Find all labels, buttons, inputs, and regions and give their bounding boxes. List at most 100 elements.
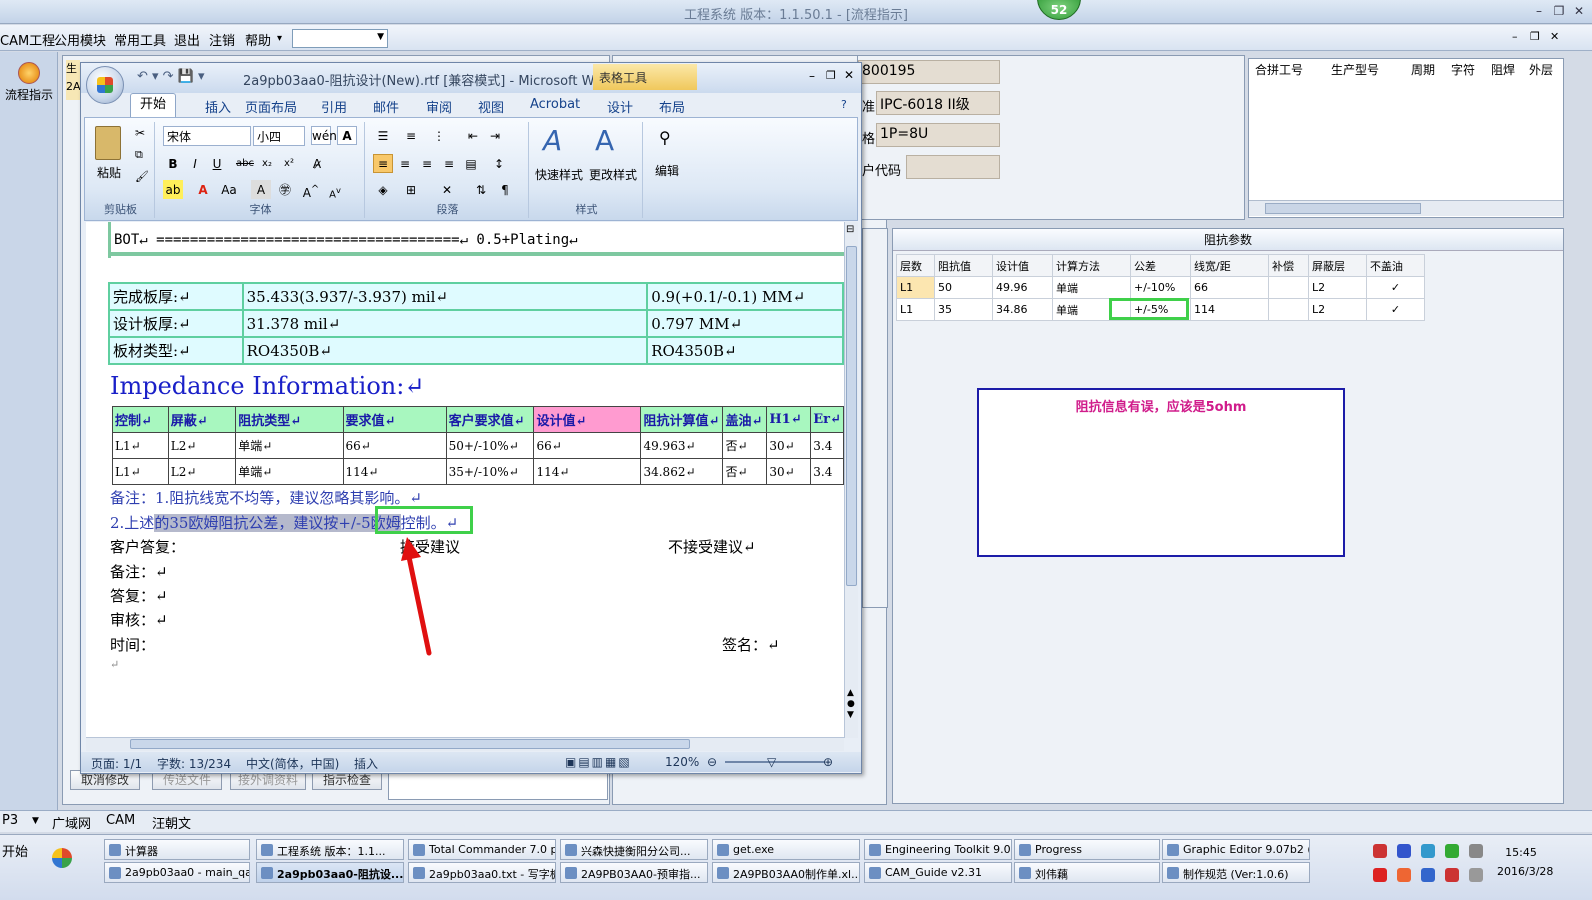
minimize-icon[interactable]: – — [809, 69, 815, 83]
quick-style-label[interactable]: 快速样式 — [535, 166, 583, 183]
selected-text[interactable]: 的35欧姆阻抗公差，建议按+/-5欧姆 — [154, 514, 401, 532]
increase-indent-icon[interactable]: ⇥ — [485, 126, 505, 145]
line-spacing-icon[interactable]: ↕ — [489, 154, 509, 173]
col-header[interactable]: 设计值 — [992, 254, 1053, 277]
zoom-in-icon[interactable]: ⊕ — [823, 755, 833, 769]
col-header[interactable]: 不盖油 — [1366, 254, 1425, 277]
spec-field[interactable]: 1P=8U — [876, 123, 1000, 147]
tab-home[interactable]: 开始 — [130, 93, 176, 118]
close-icon[interactable]: ✕ — [1570, 3, 1588, 19]
font-color-icon[interactable]: A — [193, 180, 213, 199]
menu-public[interactable]: 公用模块 — [54, 30, 106, 49]
col-header[interactable]: 合拼工号 — [1255, 61, 1303, 78]
col-header[interactable]: 生产型号 — [1331, 61, 1379, 78]
shield-icon[interactable] — [1445, 844, 1459, 858]
underline-icon[interactable]: U — [207, 154, 227, 173]
col-header[interactable]: 补偿 — [1268, 254, 1309, 277]
align-right-icon[interactable]: ≡ — [417, 154, 437, 173]
change-case-icon[interactable]: Aa — [219, 180, 239, 199]
tab-review[interactable]: 审阅 — [426, 97, 452, 116]
tab-table-layout[interactable]: 布局 — [659, 97, 685, 116]
menu-cam[interactable]: CAM工程 — [0, 30, 55, 49]
col-header[interactable]: 公差 — [1130, 254, 1191, 277]
task-cam-guide[interactable]: CAM_Guide v2.31 — [864, 862, 1012, 883]
menu-exit[interactable]: 退出 — [174, 30, 200, 49]
restore-icon[interactable]: ❐ — [1550, 3, 1568, 19]
mdi-close-icon[interactable]: ✕ — [1550, 30, 1559, 43]
format-painter-icon[interactable]: 🖌 — [135, 170, 149, 183]
minimize-icon[interactable]: – — [1530, 3, 1548, 19]
view-buttons-icon[interactable]: ▣▤▥▦▧ — [565, 755, 632, 769]
grow-font-icon[interactable]: A^ — [301, 180, 321, 200]
ruler-icon[interactable]: ⊟ — [846, 224, 854, 235]
tab-user[interactable]: 汪朝文 — [152, 813, 191, 832]
distributed-icon[interactable]: ▤ — [461, 154, 481, 173]
font-size-combo[interactable]: 小四 — [253, 126, 305, 146]
restore-icon[interactable]: ❐ — [826, 69, 836, 82]
italic-icon[interactable]: I — [185, 154, 205, 173]
cut-icon[interactable]: ✂ — [135, 126, 145, 140]
paste-icon[interactable] — [95, 126, 121, 160]
tray-icon[interactable] — [1373, 844, 1387, 858]
mdi-restore-icon[interactable]: ❐ — [1530, 30, 1540, 43]
shrink-font-icon[interactable]: Av — [325, 180, 345, 200]
tray-icon[interactable] — [1373, 868, 1387, 882]
checkbox[interactable]: ✓ — [1366, 298, 1425, 321]
tab-insert[interactable]: 插入 — [205, 97, 231, 116]
task-calculator[interactable]: 计算器 — [104, 839, 250, 860]
task-main-qa[interactable]: 2a9pb03aa0 - main_qa — [104, 862, 250, 883]
tab-cam[interactable]: CAM — [106, 813, 135, 828]
sort-icon[interactable]: ⇅ — [471, 180, 491, 199]
change-style-icon[interactable]: A — [595, 124, 614, 157]
justify-icon[interactable]: ≡ — [439, 154, 459, 173]
task-preaudit[interactable]: 2A9PB03AA0-预审指... — [560, 862, 708, 883]
enclose-char-icon[interactable]: ㊫ — [275, 180, 295, 199]
menu-tools[interactable]: 常用工具 — [114, 30, 166, 49]
quicklaunch-icon[interactable] — [52, 848, 72, 868]
tray-icon[interactable] — [1421, 868, 1435, 882]
task-total-commander[interactable]: Total Commander 7.0 p... — [408, 839, 556, 860]
edit-label[interactable]: 编辑 — [655, 162, 679, 179]
lot-table-scrollbar[interactable] — [1249, 200, 1563, 216]
tab-design[interactable]: 设计 — [607, 97, 633, 116]
chinese-layout-icon[interactable]: ✕ — [437, 180, 457, 199]
customer-code-field[interactable] — [906, 155, 1000, 179]
zoom-level[interactable]: 120% — [665, 755, 699, 769]
help-icon[interactable]: ? — [841, 98, 847, 111]
clock[interactable]: 15:45 2016/3/28 — [1497, 846, 1553, 878]
volume-icon[interactable] — [1469, 868, 1483, 882]
col-header[interactable]: 阻焊 — [1491, 61, 1515, 78]
strikethrough-icon[interactable]: abc — [235, 154, 255, 173]
task-impedance-doc[interactable]: 2a9pb03aa0-阻抗设... — [256, 862, 404, 883]
scroll-thumb[interactable] — [1265, 203, 1421, 214]
binoculars-icon[interactable]: ⚲ — [659, 128, 671, 147]
task-spec[interactable]: 制作规范 (Ver:1.0.6) — [1162, 862, 1310, 883]
copy-icon[interactable]: ⧉ — [135, 148, 143, 162]
tray-icon[interactable] — [1445, 868, 1459, 882]
char-border-icon[interactable]: A — [337, 126, 357, 145]
col-header[interactable]: 阻抗值 — [934, 254, 993, 277]
task-progress[interactable]: Progress — [1014, 839, 1160, 860]
col-header[interactable]: 屏蔽层 — [1308, 254, 1367, 277]
font-name-combo[interactable]: 宋体 — [163, 126, 251, 146]
col-header[interactable]: 计算方法 — [1052, 254, 1131, 277]
tray-icon[interactable] — [1469, 844, 1483, 858]
shading-icon[interactable]: ◈ — [373, 180, 393, 199]
input-box[interactable] — [388, 770, 608, 800]
table-row[interactable]: L1 50 49.96 单端 +/-10% 66 L2 ✓ — [896, 276, 1425, 299]
tab-layout[interactable]: 页面布局 — [245, 97, 297, 116]
word-count[interactable]: 字数: 13/234 — [157, 755, 231, 772]
flow-indicator-button[interactable]: 流程指示 — [2, 60, 56, 106]
checkbox[interactable]: ✓ — [1366, 276, 1425, 299]
start-button[interactable]: 开始 — [0, 837, 44, 861]
scroll-thumb[interactable] — [846, 246, 857, 586]
menu-help[interactable]: 帮助 — [245, 30, 271, 49]
task-engineering-toolkit[interactable]: Engineering Toolkit 9.0... — [864, 839, 1012, 860]
task-user[interactable]: 刘伟藕 — [1014, 862, 1160, 883]
tab-mailings[interactable]: 邮件 — [373, 97, 399, 116]
task-engineering-system[interactable]: 工程系统 版本：1.1... — [256, 839, 404, 860]
zoom-out-icon[interactable]: ⊖ — [707, 755, 717, 769]
task-get-exe[interactable]: get.exe — [712, 839, 860, 860]
close-icon[interactable]: ✕ — [844, 68, 854, 82]
col-header[interactable]: 层数 — [896, 254, 935, 277]
